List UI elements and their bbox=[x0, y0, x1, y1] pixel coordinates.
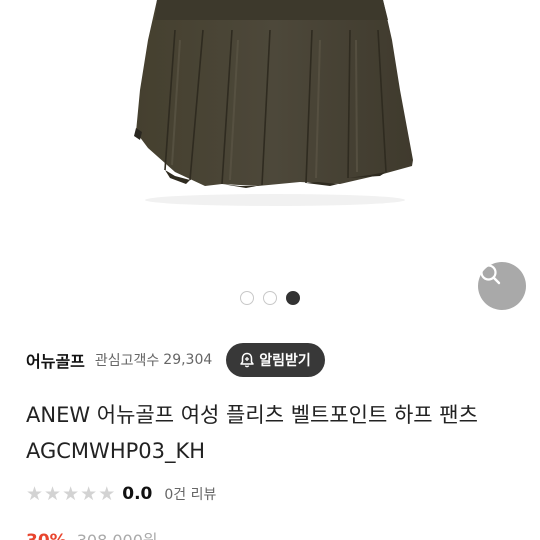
star-icon: ★ bbox=[26, 482, 44, 505]
follower-label: 관심고객수 bbox=[94, 353, 160, 369]
star-icon: ★ bbox=[80, 482, 98, 505]
rating-score: 0.0 bbox=[122, 484, 153, 504]
follower-count: 29,304 bbox=[163, 352, 213, 368]
review-count[interactable]: 0건 리뷰 bbox=[164, 484, 216, 504]
bell-plus-icon bbox=[240, 352, 255, 368]
image-pagination bbox=[240, 291, 300, 305]
zoom-button[interactable] bbox=[478, 262, 526, 310]
alarm-button[interactable]: 알림받기 bbox=[226, 343, 325, 377]
skirt-image bbox=[134, 0, 413, 206]
star-icon: ★ bbox=[44, 482, 62, 505]
pagination-dot-active[interactable] bbox=[286, 291, 300, 305]
pagination-dot[interactable] bbox=[240, 291, 254, 305]
original-price: 308,000원 bbox=[77, 527, 158, 540]
price-row: 30% 308,000원 bbox=[26, 527, 158, 540]
product-title: ANEW 어뉴골프 여성 플리츠 벨트포인트 하프 팬츠 AGCMWHP03_K… bbox=[26, 403, 478, 463]
star-icon: ★ bbox=[98, 482, 116, 505]
discount-rate: 30% bbox=[26, 531, 67, 540]
pagination-dot[interactable] bbox=[263, 291, 277, 305]
alarm-button-label: 알림받기 bbox=[259, 353, 311, 369]
brand-name[interactable]: 어뉴골프 bbox=[26, 348, 85, 372]
product-image[interactable] bbox=[0, 0, 540, 320]
star-icon: ★ bbox=[62, 482, 80, 505]
rating-row[interactable]: ★ ★ ★ ★ ★ 0.0 0건 리뷰 bbox=[26, 482, 216, 506]
brand-row: 어뉴골프 관심고객수 29,304 알림받기 bbox=[26, 342, 514, 378]
search-icon bbox=[480, 264, 501, 285]
